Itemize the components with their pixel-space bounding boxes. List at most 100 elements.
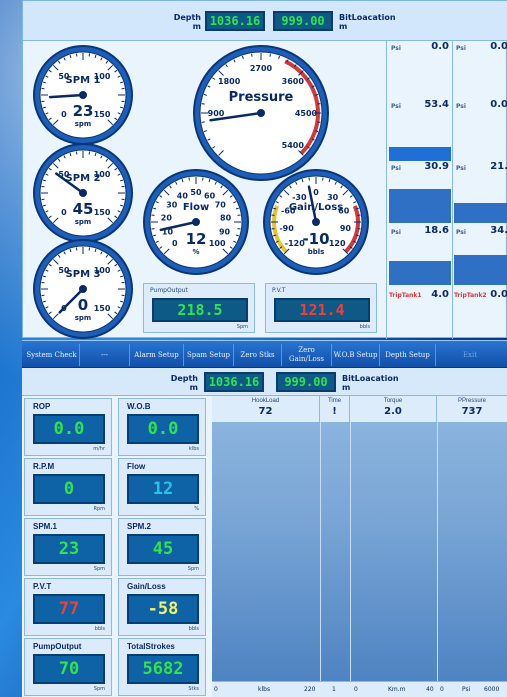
gauge-title: SPM 1 bbox=[66, 75, 101, 86]
exit-button[interactable]: Exit bbox=[436, 344, 504, 366]
gauge-value: 23 bbox=[73, 102, 94, 120]
pvt-box: P.V.T 121.4 bbls bbox=[265, 283, 377, 333]
spam-setup-button[interactable]: Spam Setup bbox=[184, 344, 234, 366]
gauge-title: Pressure bbox=[229, 90, 294, 105]
total-strokes-tile: TotalStrokes 5682 Stks bbox=[118, 638, 206, 696]
trip-tank1-label: TripTank1 bbox=[389, 292, 422, 299]
tile-unit: % bbox=[194, 506, 199, 512]
ppressure-column-header: PPressure 737 bbox=[437, 396, 507, 422]
gauge-tick-label: 90 bbox=[340, 224, 352, 233]
gauge-tick-label: 150 bbox=[94, 110, 111, 119]
gauge-tick-label: 4500 bbox=[295, 109, 318, 118]
tile-value: -58 bbox=[127, 594, 199, 624]
tile-value: 45 bbox=[127, 534, 199, 564]
pump-output-label: PumpOutput bbox=[150, 287, 188, 294]
tile-value: 23 bbox=[33, 534, 105, 564]
torque-axis-min: 0 bbox=[354, 686, 358, 693]
gauge-tick-label: 50 bbox=[190, 188, 202, 197]
spm2-gauge: 0 50 100 150 SPM 2 45 spm bbox=[31, 141, 135, 245]
gauge-tick-label: -30 bbox=[292, 193, 307, 202]
spm3-gauge: 050100150SPM 30spm bbox=[31, 237, 135, 341]
tank-level-bar bbox=[389, 261, 451, 285]
toolbar-button-blank[interactable]: --- bbox=[80, 344, 130, 366]
time-label: Time bbox=[327, 398, 342, 404]
tile-label: TotalStrokes bbox=[127, 642, 175, 651]
pvt-label: P.V.T bbox=[272, 287, 286, 294]
ppressure-axis-min: 0 bbox=[440, 686, 444, 693]
tile-unit: Spm bbox=[93, 686, 105, 692]
gauge-tick-label: 90 bbox=[219, 227, 231, 236]
time-axis-value: 1 bbox=[332, 686, 336, 693]
tile-label: Flow bbox=[127, 462, 146, 471]
tile-value: 77 bbox=[33, 594, 105, 624]
gauge-tick-label: 0 bbox=[172, 239, 178, 248]
gauge-hub bbox=[192, 218, 200, 226]
pvt-value: 121.4 bbox=[274, 298, 370, 322]
tank-reading: Psi 0.0 bbox=[456, 41, 507, 52]
gauge-tick-label: 900 bbox=[208, 109, 225, 118]
time-value: ! bbox=[332, 406, 337, 417]
zero-gain-loss-button[interactable]: Zero Gain/Loss bbox=[282, 344, 332, 366]
gauge-tick-label: 150 bbox=[94, 208, 111, 217]
gauge-tick-label: 80 bbox=[220, 213, 232, 222]
trip-tank2-label: TripTank2 bbox=[454, 292, 487, 299]
hookload-axis-min: 0 bbox=[214, 686, 218, 693]
tile-value: 70 bbox=[33, 654, 105, 684]
alarm-setup-button[interactable]: Alarm Setup bbox=[130, 344, 184, 366]
tile-value: 0.0 bbox=[127, 414, 199, 444]
gauge-tick-label: -90 bbox=[279, 224, 294, 233]
depth-unit-bottom: m bbox=[189, 383, 198, 392]
tile-label: PumpOutput bbox=[33, 642, 82, 651]
tank-readouts: Psi 0.0 Psi 0.0 Psi 53.4 Psi 0.0 Psi 30.… bbox=[386, 41, 507, 339]
time-column-header: Time ! bbox=[320, 396, 350, 422]
tile-value: 12 bbox=[127, 474, 199, 504]
gauge-title: SPM 2 bbox=[66, 173, 101, 184]
depth-header-bottom: Depth m 1036.16 999.00 BitLoacation m bbox=[22, 368, 507, 396]
depth-setup-button[interactable]: Depth Setup bbox=[380, 344, 436, 366]
gauge-hub bbox=[79, 189, 87, 197]
tile-label: Gain/Loss bbox=[127, 582, 166, 591]
ppressure-label: PPressure bbox=[457, 398, 486, 404]
depth-unit: m bbox=[192, 22, 201, 31]
tank-reading: Psi 53.4 bbox=[391, 99, 449, 110]
gauge-unit: spm bbox=[75, 120, 91, 128]
gauge-value: 12 bbox=[186, 230, 207, 248]
bitlocation-unit-bottom: m bbox=[342, 383, 351, 392]
tank-reading: Psi 0.0 bbox=[456, 99, 507, 110]
pump-output-box: PumpOutput 218.5 Spm bbox=[143, 283, 255, 333]
gauge-hub bbox=[312, 218, 320, 226]
tile-label: P.V.T bbox=[33, 582, 52, 591]
gauge-tick-label: 60 bbox=[204, 191, 216, 200]
readouts-panel: Depth m 1036.16 999.00 BitLoacation m RO… bbox=[22, 368, 507, 697]
pvt-tile: P.V.T 77 bbls bbox=[24, 578, 112, 636]
tank-reading: Psi 0.0 bbox=[391, 41, 449, 52]
tile-unit: Stks bbox=[188, 686, 199, 692]
toolbar: System Check --- Alarm Setup Spam Setup … bbox=[22, 340, 507, 368]
ppressure-value: 737 bbox=[461, 406, 483, 417]
trip-tank2-value: 0.0 bbox=[490, 289, 507, 300]
gauge-tick-label: 1800 bbox=[218, 77, 241, 86]
gauge-title: Gain/Loss bbox=[289, 202, 343, 213]
wob-tile: W.O.B 0.0 klbs bbox=[118, 398, 206, 456]
bitlocation-label-bottom: BitLoacation bbox=[342, 374, 399, 383]
trip-tank1-value: 4.0 bbox=[431, 289, 449, 300]
tile-label: W.O.B bbox=[127, 402, 151, 411]
gauges-panel: Depth m 1036.16 999.00 BitLoacation m 0 5… bbox=[22, 0, 507, 341]
gauge-tick-label: 0 bbox=[61, 208, 67, 217]
gauge-tick-label: 40 bbox=[177, 191, 189, 200]
gauge-tick-label: 0 bbox=[61, 110, 67, 119]
rop-tile: ROP 0.0 m/hr bbox=[24, 398, 112, 456]
spm2-tile: SPM.2 45 Spm bbox=[118, 518, 206, 576]
pvt-unit: bbls bbox=[359, 324, 370, 330]
bitlocation-label: BitLoacation bbox=[339, 13, 396, 22]
chart-axis-footer: 0 klbs 220 1 0 Km.m 40 0 Psi 6000 bbox=[212, 681, 507, 697]
gauge-tick-label: 5400 bbox=[282, 141, 305, 150]
torque-label: Torque bbox=[383, 398, 403, 404]
zero-stks-button[interactable]: Zero Stks bbox=[234, 344, 282, 366]
wob-setup-button[interactable]: W.O.B Setup bbox=[332, 344, 380, 366]
tank-level-bar bbox=[454, 255, 507, 285]
system-check-button[interactable]: System Check bbox=[24, 344, 80, 366]
bitlocation-unit: m bbox=[339, 22, 348, 31]
gauge-tick-label: 3600 bbox=[282, 77, 305, 86]
gauge-tick-label: 150 bbox=[94, 304, 111, 313]
